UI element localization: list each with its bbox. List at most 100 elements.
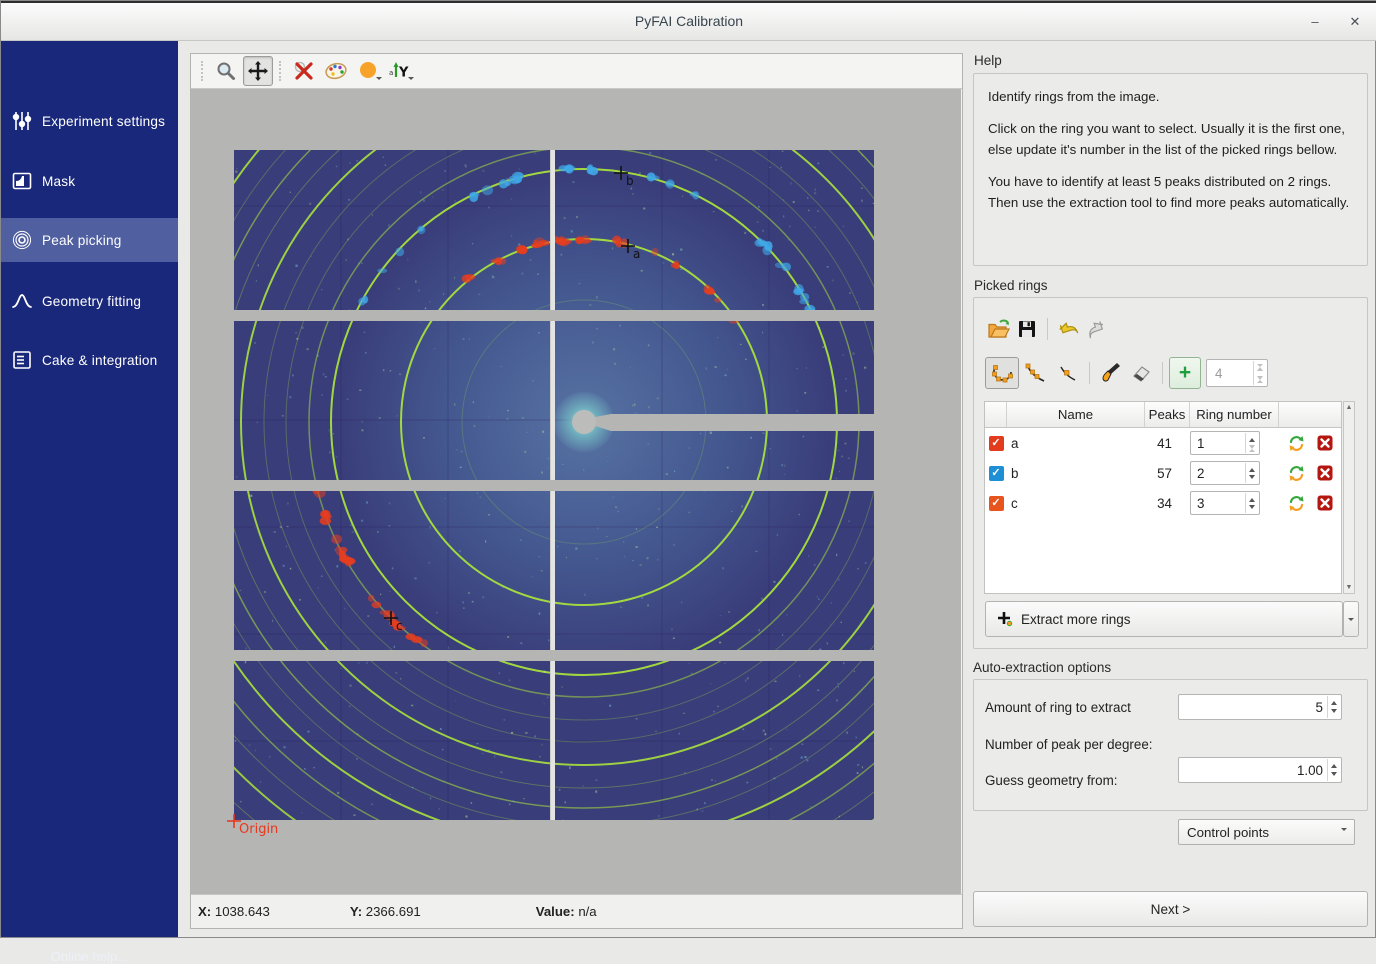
scroll-down-icon[interactable]: ▼ (1346, 582, 1353, 593)
amount-value: 5 (1179, 700, 1341, 715)
pan-tool-button[interactable] (243, 56, 273, 86)
sidebar-item-geometry-fitting[interactable]: Geometry fitting (1, 279, 178, 323)
amount-label: Amount of ring to extract (985, 700, 1131, 715)
spin-arrows[interactable] (1253, 361, 1266, 385)
remove-marker-button[interactable] (289, 56, 319, 86)
ring-enabled-checkbox[interactable]: ✓ (989, 496, 1004, 511)
zoom-tool-button[interactable] (211, 56, 241, 86)
status-value-label: Value: (536, 904, 575, 919)
ring-enabled-checkbox[interactable]: ✓ (989, 466, 1004, 481)
minimize-button[interactable]: – (1304, 11, 1326, 33)
refresh-ring-icon[interactable] (1288, 495, 1305, 512)
delete-ring-icon[interactable] (1317, 435, 1333, 451)
header-enabled-column (985, 402, 1007, 427)
amount-spinbox[interactable]: 5 (1178, 694, 1342, 720)
spin-arrows[interactable] (1327, 696, 1340, 718)
ring-number-value: 1 (1197, 436, 1204, 451)
ring-number-spinbox[interactable]: 3 (1190, 491, 1260, 515)
sidebar-item-experiment-settings[interactable]: Experiment settings (1, 99, 178, 143)
pick-point-tool[interactable] (1051, 357, 1083, 389)
extract-options-dropdown[interactable] (1343, 601, 1359, 637)
picked-rings-pick-toolbar: + 4 (985, 357, 1268, 389)
sliders-icon (11, 110, 33, 132)
cursor-statusbar: X: 1038.643 Y: 2366.691 Value: n/a (191, 894, 962, 927)
save-peaks-button[interactable] (1013, 315, 1041, 343)
guess-geometry-combobox[interactable]: Control points (1178, 819, 1355, 845)
pick-full-ring-tool[interactable] (985, 357, 1019, 389)
peak-per-degree-spinbox[interactable]: 1.00 (1178, 757, 1342, 783)
sidebar-item-label: Experiment settings (42, 114, 165, 129)
undo-arrow-icon (1056, 319, 1080, 339)
sidebar-item-label: Peak picking (42, 233, 121, 248)
guess-geometry-label: Guess geometry from: (985, 773, 1117, 788)
pick-arc-tool[interactable] (1019, 357, 1051, 389)
new-ring-number-spinbox[interactable]: 4 (1206, 359, 1268, 387)
table-row[interactable]: ✓ b 57 2 (985, 458, 1341, 488)
svg-text:Origin: Origin (239, 822, 278, 837)
ring-number-spinbox[interactable]: 2 (1190, 461, 1260, 485)
help-paragraph: You have to identify at least 5 peaks di… (988, 171, 1353, 213)
arc-tool-icon (1023, 361, 1047, 385)
titlebar[interactable]: PyFAI Calibration – ✕ (1, 3, 1376, 41)
axis-orientation-button[interactable]: aY (385, 56, 415, 86)
help-paragraph: Identify rings from the image. (988, 86, 1353, 107)
close-button[interactable]: ✕ (1344, 11, 1366, 33)
ring-number-value: 3 (1197, 496, 1204, 511)
header-peaks[interactable]: Peaks (1145, 402, 1190, 427)
ring-peak-count: 34 (1145, 496, 1190, 511)
status-value: n/a (578, 904, 596, 919)
ring-name: a (1007, 436, 1145, 451)
status-x-value: 1038.643 (215, 904, 270, 919)
svg-text:a: a (633, 247, 640, 261)
diffraction-image-canvas[interactable]: abcOrigin (191, 89, 961, 894)
table-row[interactable]: ✓ a 41 1 (985, 428, 1341, 458)
table-scrollbar[interactable]: ▲ ▼ (1343, 401, 1355, 594)
plot-toolbar: aY (191, 54, 962, 89)
header-name[interactable]: Name (1007, 402, 1145, 427)
add-ring-button[interactable]: + (1169, 357, 1201, 389)
svg-text:b: b (626, 174, 634, 188)
delete-ring-icon[interactable] (1317, 495, 1333, 511)
toolbar-handle[interactable] (279, 61, 283, 81)
scroll-up-icon[interactable]: ▲ (1346, 402, 1353, 413)
sidebar-item-label: Geometry fitting (42, 294, 141, 309)
refresh-ring-icon[interactable] (1288, 435, 1305, 452)
colormap-button[interactable] (321, 56, 351, 86)
redo-arrow-icon (1084, 319, 1108, 339)
next-button-label: Next > (1151, 902, 1191, 917)
picked-rings-file-toolbar (985, 315, 1110, 343)
picked-rings-title: Picked rings (974, 278, 1048, 293)
dropdown-arrow-icon (408, 77, 414, 83)
toolbar-separator (1089, 362, 1090, 384)
undo-button[interactable] (1054, 315, 1082, 343)
delete-ring-icon[interactable] (1317, 465, 1333, 481)
move-icon (247, 60, 269, 82)
online-help-link[interactable]: Online help... (1, 949, 178, 964)
save-floppy-icon (1017, 319, 1037, 339)
sidebar-item-peak-picking[interactable]: Peak picking (1, 218, 178, 262)
sidebar-item-cake-integration[interactable]: Cake & integration (1, 338, 178, 382)
dropdown-arrow-icon (1348, 618, 1354, 624)
table-header: Name Peaks Ring number (985, 402, 1341, 428)
sidebar-item-mask[interactable]: Mask (1, 159, 178, 203)
load-peaks-button[interactable] (985, 315, 1013, 343)
refresh-ring-icon[interactable] (1288, 465, 1305, 482)
next-button[interactable]: Next > (973, 891, 1368, 927)
magnifier-icon (215, 60, 237, 82)
status-y-label: Y: (350, 904, 362, 919)
help-paragraph: Click on the ring you want to select. Us… (988, 118, 1353, 160)
ring-number-spinbox[interactable]: 1 (1190, 431, 1260, 455)
redo-button[interactable] (1082, 315, 1110, 343)
brush-tool[interactable] (1096, 357, 1126, 389)
rings-icon (11, 229, 33, 251)
peak-per-degree-label: Number of peak per degree: (985, 737, 1152, 752)
toolbar-handle[interactable] (201, 61, 205, 81)
extract-more-rings-button[interactable]: Extract more rings (985, 601, 1343, 637)
table-row[interactable]: ✓ c 34 3 (985, 488, 1341, 518)
spin-arrows[interactable] (1327, 759, 1340, 781)
ring-name: c (1007, 496, 1145, 511)
eraser-tool[interactable] (1126, 357, 1156, 389)
header-ring-number[interactable]: Ring number (1190, 402, 1279, 427)
marker-color-button[interactable] (353, 56, 383, 86)
ring-enabled-checkbox[interactable]: ✓ (989, 436, 1004, 451)
